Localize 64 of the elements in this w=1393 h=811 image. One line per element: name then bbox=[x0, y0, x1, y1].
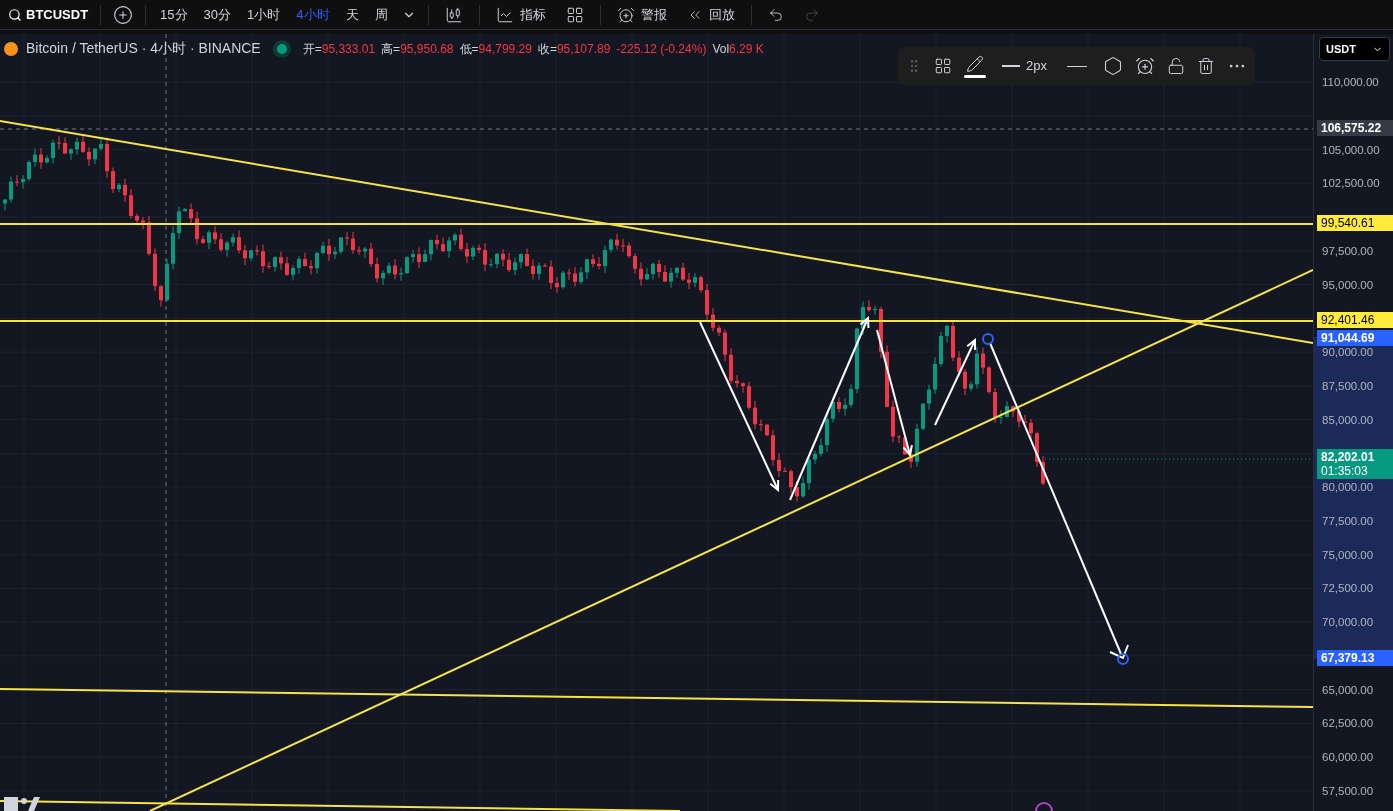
price-tag-value: 106,575.22 bbox=[1321, 121, 1383, 136]
volume-value: 6.29 K bbox=[729, 40, 764, 58]
candlestick-icon[interactable] bbox=[444, 5, 463, 24]
interval-tab[interactable]: 15分 bbox=[154, 4, 194, 25]
line-icon bbox=[1002, 65, 1020, 67]
bar-countdown: 01:35:03 bbox=[1321, 464, 1369, 479]
price-tick: 57,500.00 bbox=[1322, 783, 1374, 798]
line-width-button[interactable]: 2px bbox=[998, 56, 1051, 76]
currency-dropdown[interactable]: USDT bbox=[1319, 37, 1390, 61]
price-tick: 62,500.00 bbox=[1322, 716, 1374, 731]
alert-button[interactable]: 警报 bbox=[608, 4, 675, 25]
interval-tab[interactable]: 30分 bbox=[197, 4, 238, 25]
price-tick: 95,000.00 bbox=[1322, 277, 1374, 292]
symbol-search-button[interactable]: BTCUSDT bbox=[4, 4, 93, 25]
interval-tab[interactable]: 1小时 bbox=[241, 4, 287, 25]
alarm-plus-icon bbox=[616, 5, 635, 24]
price-tick: 60,000.00 bbox=[1322, 750, 1374, 765]
price-tick: 110,000.00 bbox=[1322, 75, 1379, 89]
ohlc-label: 收= bbox=[537, 40, 557, 58]
price-tag-value: 82,202.01 bbox=[1321, 450, 1376, 465]
chart-icon bbox=[495, 5, 514, 24]
price-tag-value: 92,401.46 bbox=[1321, 312, 1376, 327]
price-tick: 70,000.00 bbox=[1322, 615, 1374, 630]
symbol-title: Bitcoin / TetherUS · 4小时 · BINANCE bbox=[26, 39, 261, 58]
alarm-plus-icon[interactable] bbox=[1134, 56, 1155, 76]
ohlc-value: 95,107.89 bbox=[556, 40, 611, 58]
price-tag-value: 67,379.13 bbox=[1321, 650, 1376, 665]
ohlc-value: 95,333.01 bbox=[321, 40, 376, 58]
price-tick: 72,500.00 bbox=[1322, 581, 1374, 596]
grid-icon[interactable] bbox=[934, 57, 952, 75]
interval-tab[interactable]: 天 bbox=[339, 4, 365, 25]
price-tick: 105,000.00 bbox=[1322, 142, 1380, 157]
ohlc-label: 低= bbox=[459, 40, 479, 58]
replay-button[interactable]: 回放 bbox=[678, 4, 743, 25]
price-tick: 85,000.00 bbox=[1322, 412, 1374, 427]
price-tick: 90,000.00 bbox=[1322, 345, 1374, 360]
indicators-button[interactable]: 指标 bbox=[487, 4, 554, 25]
price-tick: 77,500.00 bbox=[1322, 513, 1374, 528]
price-tick: 80,000.00 bbox=[1322, 480, 1374, 495]
price-tick: 65,000.00 bbox=[1322, 682, 1374, 697]
price-tick: 87,500.00 bbox=[1322, 378, 1374, 393]
pencil-icon[interactable] bbox=[964, 54, 986, 78]
search-icon bbox=[8, 7, 22, 22]
unlock-icon[interactable] bbox=[1166, 57, 1185, 75]
ohlc-label: 高= bbox=[381, 40, 401, 58]
logo-drawing bbox=[4, 797, 40, 811]
add-symbol-icon[interactable] bbox=[113, 4, 134, 25]
bitcoin-logo-icon bbox=[4, 41, 18, 56]
ohlc-value: 94,799.29 bbox=[478, 40, 532, 58]
undo-icon[interactable] bbox=[767, 6, 784, 23]
ohlc-value: 95,950.68 bbox=[400, 40, 454, 58]
interval-tab[interactable]: 周 bbox=[368, 4, 394, 25]
price-tick: 75,000.00 bbox=[1322, 547, 1374, 562]
price-tag-value: 91,044.69 bbox=[1321, 330, 1376, 345]
price-tick: 97,500.00 bbox=[1322, 243, 1374, 258]
price-tick: 102,500.00 bbox=[1322, 176, 1380, 191]
grid-icon[interactable] bbox=[565, 5, 584, 24]
volume-label: Vol bbox=[712, 40, 730, 58]
ohlc-label: 开= bbox=[302, 40, 322, 58]
interval-tab[interactable]: 4小时 bbox=[290, 4, 336, 25]
trash-icon[interactable] bbox=[1196, 57, 1215, 75]
line-style-icon[interactable] bbox=[1066, 65, 1087, 67]
price-tag-value: 99,540.61 bbox=[1321, 216, 1376, 231]
price-change: -225.12 (-0.24%) bbox=[616, 40, 707, 58]
